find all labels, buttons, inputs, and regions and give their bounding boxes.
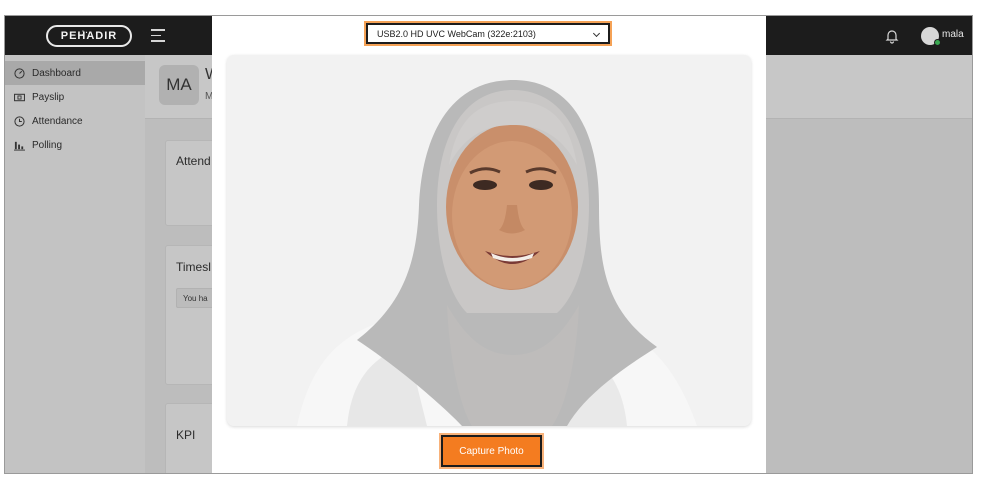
webcam-preview [227, 55, 751, 426]
user-initials-avatar: MA [159, 65, 199, 105]
sidebar-item-label: Attendance [32, 115, 83, 127]
card-title: Timesl [176, 260, 211, 274]
card-title: Attend [176, 154, 211, 168]
sidebar-item-label: Dashboard [32, 67, 81, 79]
camera-select-value: USB2.0 HD UVC WebCam (322e:2103) [377, 28, 536, 39]
camera-select[interactable]: USB2.0 HD UVC WebCam (322e:2103) [366, 23, 610, 44]
capture-photo-button[interactable]: Capture Photo [441, 435, 542, 467]
sidebar-item-label: Payslip [32, 91, 65, 103]
bar-chart-icon [14, 141, 25, 151]
sidebar-item-payslip[interactable]: Payslip [5, 85, 145, 109]
clock-icon [14, 115, 25, 127]
menu-toggle-icon[interactable] [151, 29, 165, 46]
webcam-person-image [227, 55, 751, 426]
sidebar-item-polling[interactable]: Polling [5, 133, 145, 157]
camera-modal: USB2.0 HD UVC WebCam (322e:2103) Capture… [212, 16, 766, 473]
online-status-dot [934, 39, 941, 46]
gauge-icon [14, 67, 25, 79]
card-title: KPI [176, 428, 196, 442]
app-window: ·:· PEHADIR mala Dashboard Payslip Atten… [4, 15, 973, 474]
logo-sparkle-icon: ·:· [78, 28, 89, 37]
notification-bell-icon[interactable] [884, 28, 900, 44]
app-logo[interactable]: ·:· PEHADIR [46, 25, 132, 47]
user-avatar[interactable] [921, 27, 941, 46]
sidebar-item-label: Polling [32, 139, 63, 151]
sidebar-item-dashboard[interactable]: Dashboard [5, 61, 145, 85]
payslip-icon [14, 93, 25, 101]
sidebar-item-attendance[interactable]: Attendance [5, 109, 145, 133]
chevron-down-icon [592, 29, 601, 38]
sidebar: Dashboard Payslip Attendance Polling [5, 55, 145, 473]
user-name-label[interactable]: mala [942, 29, 964, 40]
